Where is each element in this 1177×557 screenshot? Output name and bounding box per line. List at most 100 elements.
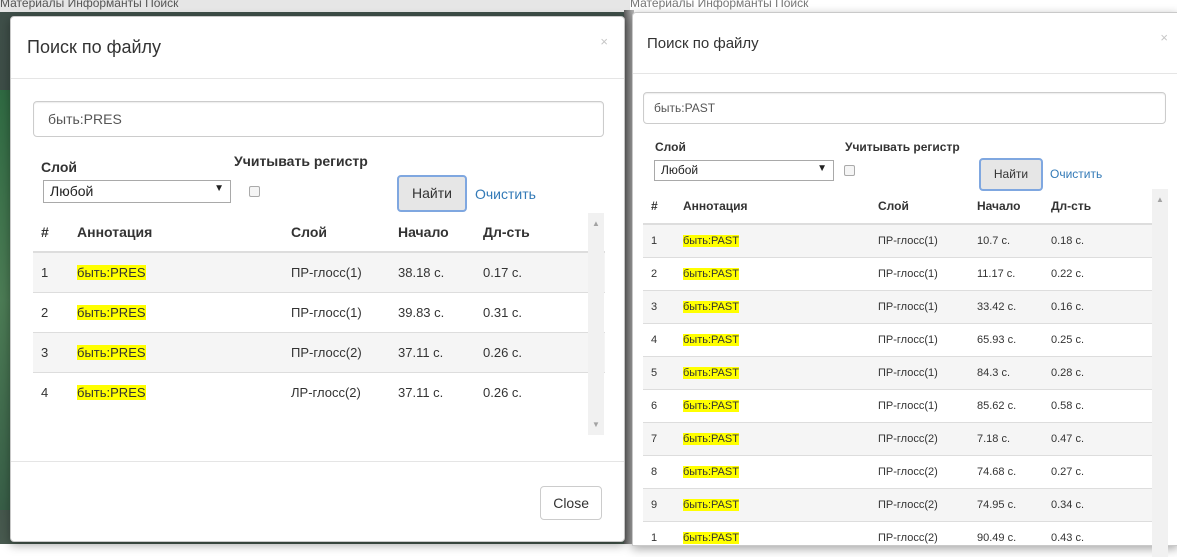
search-input-value: быть:PAST — [654, 101, 716, 115]
table-row[interactable]: 4 быть:PRES ЛР-глосс(2) 37.11 с. 0.26 с. — [33, 372, 605, 412]
cell-duration: 0.31 с. — [482, 292, 605, 333]
table-row[interactable]: 1 быть:PAST ПР-глосс(1) 10.7 с. 0.18 с. — [643, 223, 1168, 258]
cell-layer: ПР-глосс(1) — [877, 356, 976, 390]
annotation-highlight[interactable]: быть:PAST — [683, 499, 739, 511]
annotation-highlight[interactable]: быть:PRES — [77, 345, 146, 360]
cell-number: 4 — [33, 372, 76, 412]
find-button[interactable]: Найти — [397, 175, 467, 212]
cell-number: 9 — [643, 488, 682, 522]
annotation-highlight[interactable]: быть:PAST — [683, 400, 739, 412]
cell-duration: 0.27 с. — [1050, 455, 1168, 489]
cell-duration: 0.26 с. — [482, 372, 605, 412]
cell-start: 37.11 с. — [397, 372, 482, 412]
cell-duration: 0.16 с. — [1050, 290, 1168, 324]
cell-layer: ПР-глосс(1) — [290, 251, 397, 293]
annotation-highlight[interactable]: быть:PAST — [683, 433, 739, 445]
cell-duration: 0.34 с. — [1050, 488, 1168, 522]
cell-start: 38.18 с. — [397, 251, 482, 293]
close-button[interactable]: Close — [540, 486, 602, 520]
annotation-highlight[interactable]: быть:PRES — [77, 265, 146, 280]
cell-start: 7.18 с. — [976, 422, 1050, 456]
cell-number: 3 — [643, 290, 682, 324]
table-row[interactable]: 2 быть:PRES ПР-глосс(1) 39.83 с. 0.31 с. — [33, 292, 605, 333]
table-row[interactable]: 2 быть:PAST ПР-глосс(1) 11.17 с. 0.22 с. — [643, 257, 1168, 291]
close-icon[interactable]: × — [600, 34, 608, 49]
cell-duration: 0.18 с. — [1050, 223, 1168, 258]
table-row[interactable]: 3 быть:PRES ПР-глосс(2) 37.11 с. 0.26 с. — [33, 332, 605, 373]
chevron-down-icon: ▼ — [214, 183, 224, 194]
cell-layer: ПР-глосс(1) — [290, 292, 397, 333]
cell-annotation: быть:PAST — [682, 488, 877, 522]
annotation-highlight[interactable]: быть:PAST — [683, 532, 739, 544]
table-row[interactable]: 4 быть:PAST ПР-глосс(1) 65.93 с. 0.25 с. — [643, 323, 1168, 357]
table-row[interactable]: 1 быть:PAST ПР-глосс(2) 90.49 с. 0.43 с. — [643, 521, 1168, 545]
cell-annotation: быть:PAST — [682, 389, 877, 423]
case-sensitive-label: Учитывать регистр — [845, 140, 960, 154]
close-icon[interactable]: × — [1160, 30, 1168, 45]
table-scrollbar[interactable]: ▲ — [1152, 189, 1168, 557]
table-row[interactable]: 7 быть:PAST ПР-глосс(2) 7.18 с. 0.47 с. — [643, 422, 1168, 456]
column-header-number: # — [643, 189, 682, 225]
column-header-duration: Дл-сть — [482, 213, 605, 253]
cell-layer: ПР-глосс(2) — [290, 332, 397, 373]
case-sensitive-label: Учитывать регистр — [234, 153, 368, 169]
modal-title: Поиск по файлу — [27, 37, 162, 57]
annotation-highlight[interactable]: быть:PRES — [77, 305, 146, 320]
case-sensitive-checkbox[interactable] — [249, 186, 260, 197]
table-row[interactable]: 8 быть:PAST ПР-глосс(2) 74.68 с. 0.27 с. — [643, 455, 1168, 489]
search-modal-left: Поиск по файлу × быть:PRES Слой Учитыват… — [10, 16, 625, 542]
cell-start: 84.3 с. — [976, 356, 1050, 390]
cell-number: 4 — [643, 323, 682, 357]
scroll-up-icon[interactable]: ▲ — [592, 219, 600, 228]
annotation-highlight[interactable]: быть:PAST — [683, 334, 739, 346]
column-header-layer: Слой — [290, 213, 397, 253]
table-header-row: # Аннотация Слой Начало Дл-сть — [643, 189, 1168, 225]
case-sensitive-checkbox[interactable] — [844, 165, 855, 176]
cell-start: 11.17 с. — [976, 257, 1050, 291]
table-row[interactable]: 3 быть:PAST ПР-глосс(1) 33.42 с. 0.16 с. — [643, 290, 1168, 324]
cell-duration: 0.25 с. — [1050, 323, 1168, 357]
scroll-down-icon[interactable]: ▼ — [592, 420, 600, 429]
annotation-highlight[interactable]: быть:PAST — [683, 268, 739, 280]
table-row[interactable]: 6 быть:PAST ПР-глосс(1) 85.62 с. 0.58 с. — [643, 389, 1168, 423]
cell-layer: ПР-глосс(2) — [877, 488, 976, 522]
modal-header: Поиск по файлу × — [11, 17, 624, 79]
clear-link[interactable]: Очистить — [475, 186, 536, 202]
table-row[interactable]: 5 быть:PAST ПР-глосс(1) 84.3 с. 0.28 с. — [643, 356, 1168, 390]
layer-select[interactable]: Любой ▼ — [654, 160, 834, 181]
background-nav-left: Материалы Информанты Поиск — [0, 0, 630, 12]
cell-duration: 0.22 с. — [1050, 257, 1168, 291]
cell-start: 37.11 с. — [397, 332, 482, 373]
annotation-highlight[interactable]: быть:PAST — [683, 301, 739, 313]
cell-number: 7 — [643, 422, 682, 456]
column-header-duration: Дл-сть — [1050, 189, 1168, 225]
search-modal-right: Поиск по файлу × быть:PAST Слой Учитыват… — [632, 12, 1177, 557]
layer-select[interactable]: Любой ▼ — [43, 180, 231, 203]
column-header-start: Начало — [397, 213, 482, 253]
layer-select-value: Любой — [661, 163, 699, 177]
cell-layer: ПР-глосс(2) — [877, 422, 976, 456]
column-header-annotation: Аннотация — [682, 189, 877, 225]
table-row[interactable]: 9 быть:PAST ПР-глосс(2) 74.95 с. 0.34 с. — [643, 488, 1168, 522]
modal-title: Поиск по файлу — [647, 35, 759, 52]
table-row[interactable]: 1 быть:PRES ПР-глосс(1) 38.18 с. 0.17 с. — [33, 251, 605, 293]
clear-link[interactable]: Очистить — [1050, 167, 1102, 181]
cell-duration: 0.47 с. — [1050, 422, 1168, 456]
annotation-highlight[interactable]: быть:PAST — [683, 466, 739, 478]
cell-annotation: быть:PRES — [76, 332, 290, 373]
cell-number: 3 — [33, 332, 76, 373]
cell-number: 5 — [643, 356, 682, 390]
search-input[interactable]: быть:PAST — [643, 92, 1166, 124]
cell-duration: 0.17 с. — [482, 251, 605, 293]
cell-number: 2 — [643, 257, 682, 291]
annotation-highlight[interactable]: быть:PRES — [77, 385, 146, 400]
modal-header: Поиск по файлу × — [633, 13, 1177, 74]
annotation-highlight[interactable]: быть:PAST — [683, 367, 739, 379]
annotation-highlight[interactable]: быть:PAST — [683, 235, 739, 247]
find-button[interactable]: Найти — [979, 158, 1043, 191]
cell-annotation: быть:PAST — [682, 521, 877, 545]
table-scrollbar[interactable]: ▲ ▼ — [588, 213, 604, 435]
search-input[interactable]: быть:PRES — [33, 101, 604, 137]
scroll-up-icon[interactable]: ▲ — [1156, 195, 1164, 204]
cell-start: 90.49 с. — [976, 521, 1050, 545]
